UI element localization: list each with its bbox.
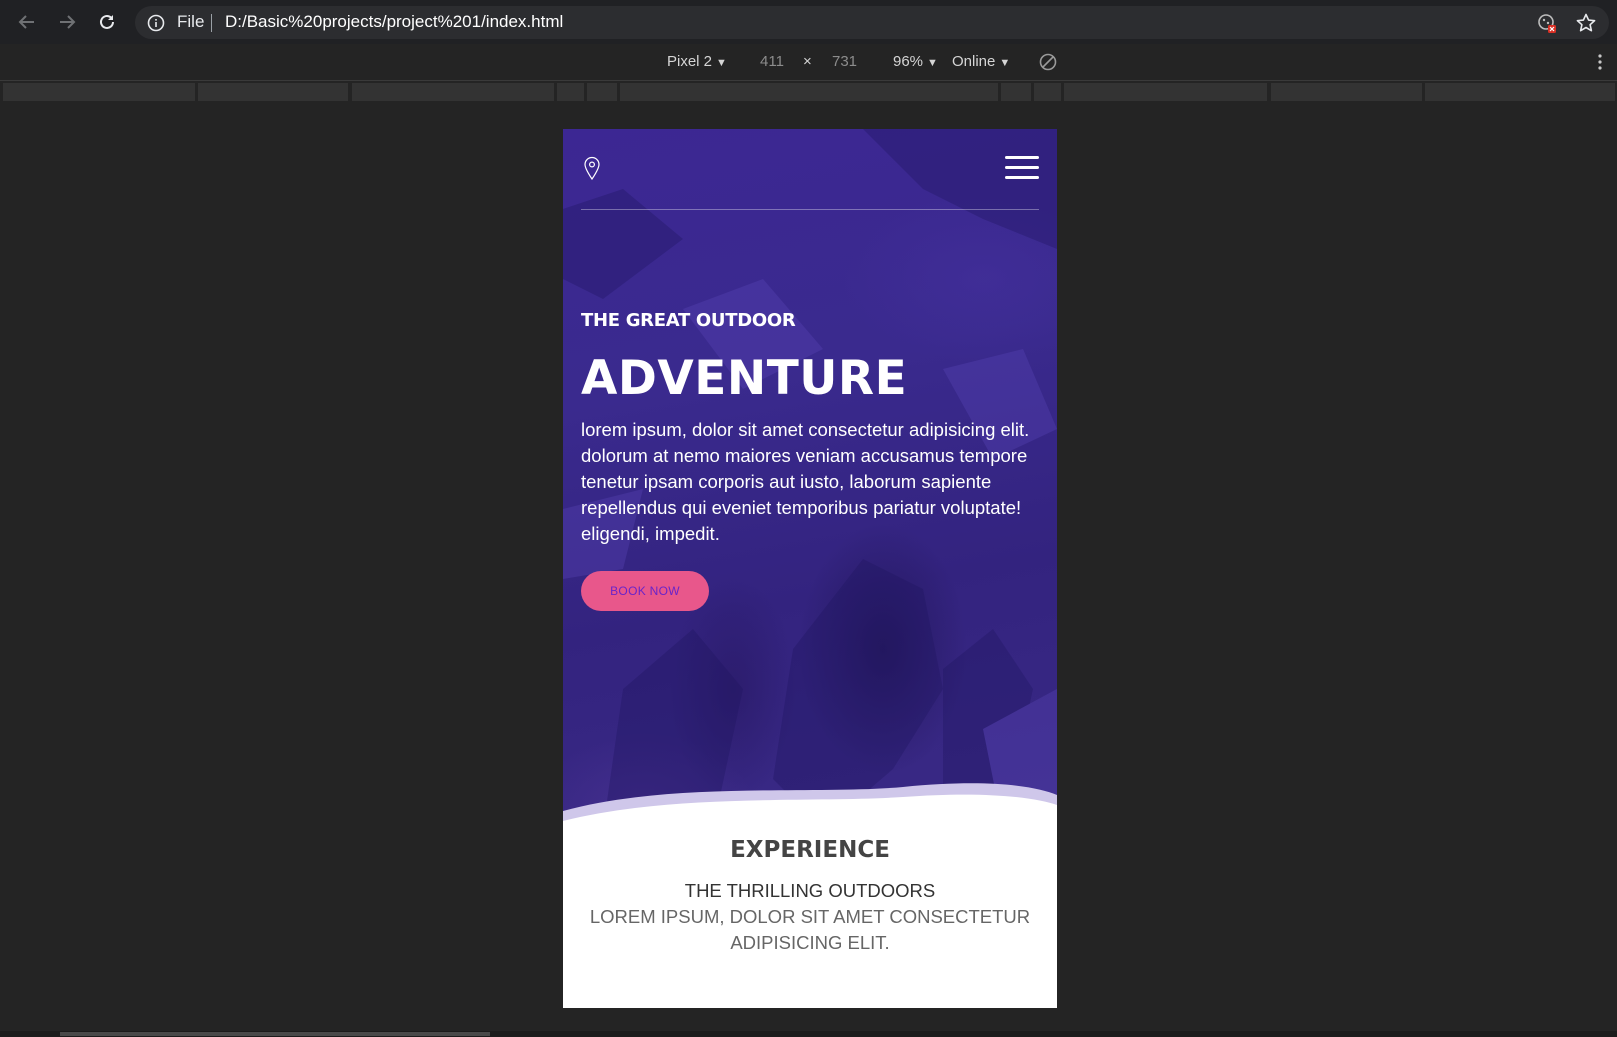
- hero-subtitle: THE GREAT OUTDOOR: [581, 310, 796, 331]
- media-query-segment[interactable]: [1425, 83, 1615, 101]
- hamburger-menu-icon[interactable]: [1005, 156, 1039, 182]
- map-pin-icon[interactable]: [583, 156, 601, 180]
- browser-toolbar: File D:/Basic%20projects/project%201/ind…: [0, 0, 1617, 44]
- forward-button[interactable]: [55, 10, 79, 34]
- media-query-segment[interactable]: [620, 83, 998, 101]
- scheme-label: File: [177, 12, 205, 31]
- media-query-segment[interactable]: [1001, 83, 1031, 101]
- cookie-blocked-icon[interactable]: [1537, 13, 1557, 33]
- rotate-icon[interactable]: [1038, 52, 1058, 72]
- zoom-select[interactable]: 96% ▼: [893, 53, 938, 70]
- section-text: LOREM IPSUM, DOLOR SIT AMET CONSECTETUR …: [589, 906, 1031, 953]
- media-query-segment[interactable]: [557, 83, 584, 101]
- media-query-segment[interactable]: [3, 83, 195, 101]
- info-icon[interactable]: [147, 14, 165, 32]
- address-separator: [211, 14, 212, 32]
- url-text[interactable]: D:/Basic%20projects/project%201/index.ht…: [225, 12, 563, 32]
- device-toolbar: Pixel 2 ▼ 411 × 731 96% ▼ Online ▼: [0, 44, 1617, 81]
- arrow-right-icon: [60, 15, 76, 29]
- arrow-left-icon: [18, 15, 34, 29]
- star-icon[interactable]: [1575, 12, 1597, 34]
- media-query-segment[interactable]: [587, 83, 617, 101]
- section-subtitle: THE THRILLING OUTDOORS: [684, 880, 936, 901]
- more-vertical-icon[interactable]: [1597, 52, 1603, 72]
- network-throttle-select[interactable]: Online ▼: [952, 53, 1010, 70]
- media-query-bar: [0, 83, 1617, 101]
- media-query-segment[interactable]: [352, 83, 554, 101]
- scrollbar-thumb[interactable]: [60, 1032, 490, 1036]
- reload-button[interactable]: [95, 10, 119, 34]
- media-query-segment[interactable]: [1064, 83, 1267, 101]
- dimension-separator: ×: [803, 53, 812, 70]
- back-button[interactable]: [15, 10, 39, 34]
- book-now-button[interactable]: BOOK NOW: [581, 571, 709, 611]
- media-query-segment[interactable]: [1034, 83, 1061, 101]
- media-query-segment[interactable]: [1271, 83, 1422, 101]
- reload-icon: [100, 14, 114, 29]
- height-input[interactable]: 731: [832, 53, 857, 70]
- device-select[interactable]: Pixel 2 ▼: [667, 53, 727, 70]
- hero-description: lorem ipsum, dolor sit amet consectetur …: [581, 419, 1030, 544]
- device-viewport: THE GREAT OUTDOOR ADVENTURE lorem ipsum,…: [563, 129, 1057, 1008]
- horizontal-scrollbar[interactable]: [0, 1031, 1617, 1037]
- section-title: EXPERIENCE: [730, 837, 890, 863]
- width-input[interactable]: 411: [760, 53, 784, 70]
- address-bar[interactable]: File D:/Basic%20projects/project%201/ind…: [135, 6, 1609, 39]
- hero-headline: ADVENTURE: [581, 351, 908, 406]
- header-divider: [581, 209, 1039, 210]
- hero-section: THE GREAT OUTDOOR ADVENTURE lorem ipsum,…: [563, 129, 1057, 869]
- media-query-segment[interactable]: [198, 83, 348, 101]
